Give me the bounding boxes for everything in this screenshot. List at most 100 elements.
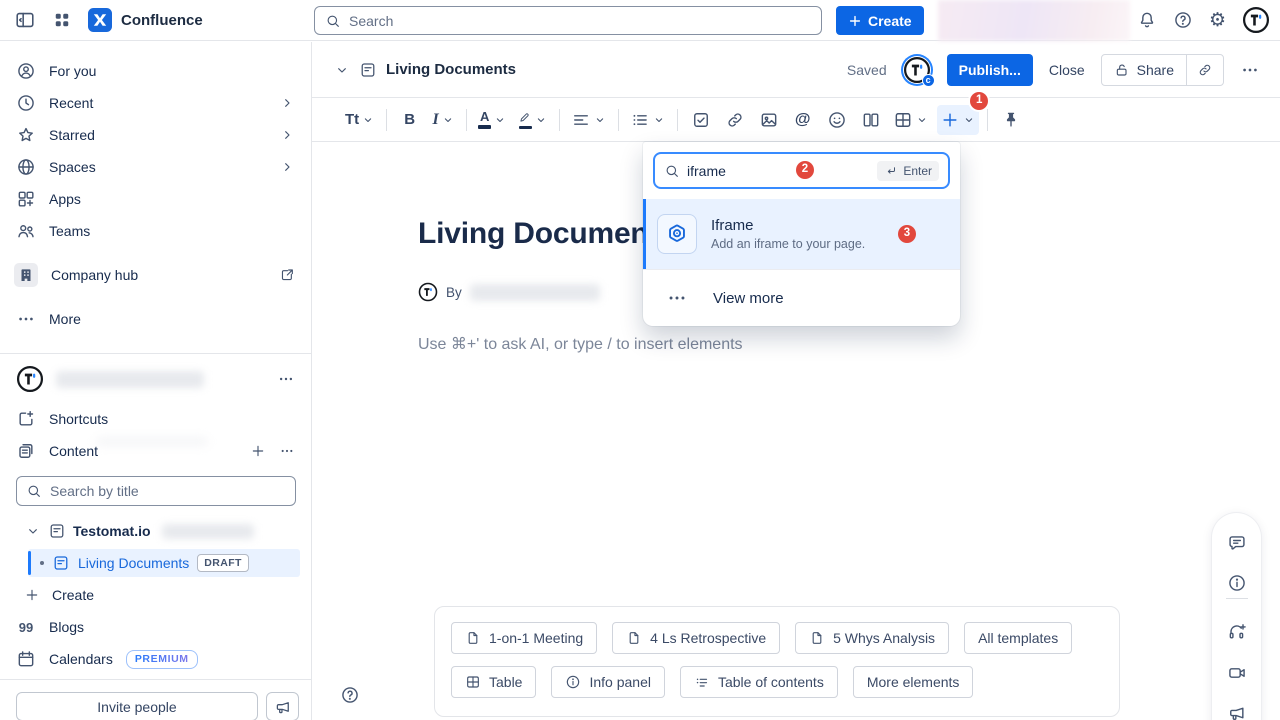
sidebar-item-company-hub[interactable]: Company hub: [8, 259, 303, 291]
rail-divider: [1226, 598, 1248, 599]
toolbar-link-button[interactable]: [720, 105, 749, 135]
info-icon[interactable]: [1227, 573, 1247, 593]
sidebar-item-starred[interactable]: Starred: [8, 119, 303, 151]
page-title[interactable]: Living Documents: [418, 217, 675, 251]
invite-people-button[interactable]: Invite people: [16, 692, 258, 720]
collapse-sidebar-icon[interactable]: [14, 9, 36, 31]
create-label: Create: [868, 13, 912, 29]
chevron-down-icon[interactable]: [334, 62, 350, 78]
toolbar-mention-button[interactable]: @: [788, 105, 817, 135]
template-chip-table-of-contents[interactable]: Table of contents: [680, 666, 838, 698]
sidebar-item-calendars[interactable]: Calendars PREMIUM: [8, 643, 303, 675]
search-input[interactable]: [349, 13, 811, 29]
toolbar-layouts-button[interactable]: [856, 105, 885, 135]
template-chip-1-on-1-meeting[interactable]: 1-on-1 Meeting: [451, 622, 597, 654]
mention-icon: @: [795, 112, 811, 128]
toolbar-image-button[interactable]: [754, 105, 783, 135]
create-button[interactable]: Create: [836, 6, 924, 35]
global-search[interactable]: [314, 6, 822, 35]
user-avatar[interactable]: [1242, 6, 1270, 34]
sidebar-item-more[interactable]: More: [8, 303, 303, 335]
sidebar-item-label: Recent: [49, 95, 93, 111]
toolbar-insert-button[interactable]: 1: [937, 105, 979, 135]
share-button[interactable]: Share: [1102, 55, 1186, 85]
template-chip-all-templates[interactable]: All templates: [964, 622, 1072, 654]
toolbar-highlight-button[interactable]: [515, 105, 551, 135]
headset-plus-icon[interactable]: [1227, 622, 1247, 642]
sidebar-item-content[interactable]: Content: [8, 435, 303, 467]
help-icon[interactable]: [1173, 10, 1193, 30]
toolbar-emoji-button[interactable]: [822, 105, 851, 135]
shortcut-add-icon: [16, 409, 36, 429]
external-link-icon: [279, 267, 295, 283]
publish-button[interactable]: Publish...: [947, 54, 1033, 86]
calendars-label: Calendars: [49, 651, 113, 667]
toolbar-italic-button[interactable]: I: [429, 105, 458, 135]
megaphone-icon[interactable]: [1227, 703, 1247, 720]
close-button[interactable]: Close: [1049, 62, 1085, 78]
sidebar-item-for-you[interactable]: For you: [8, 55, 303, 87]
ellipsis-icon: [666, 287, 688, 309]
template-chip-table[interactable]: Table: [451, 666, 536, 698]
toolbar-pin-button[interactable]: [996, 105, 1025, 135]
bell-icon[interactable]: [1137, 10, 1157, 30]
content-search-input[interactable]: [50, 483, 286, 499]
video-icon[interactable]: [1227, 663, 1247, 683]
insert-item-iframe[interactable]: Iframe Add an iframe to your page. 3: [643, 199, 960, 269]
insert-search-input[interactable]: iframe 2 Enter: [653, 152, 950, 189]
tree-item-space-root[interactable]: Testomat.io: [25, 518, 254, 544]
sidebar-item-recent[interactable]: Recent: [8, 87, 303, 119]
byline-prefix: By: [446, 285, 462, 300]
space-more-icon[interactable]: [277, 370, 295, 388]
space-header[interactable]: [8, 362, 303, 396]
content-more-icon[interactable]: [279, 443, 295, 459]
author-avatar[interactable]: [418, 282, 438, 302]
content-search[interactable]: [16, 476, 296, 506]
toolbar-table-button[interactable]: [890, 105, 932, 135]
view-more-button[interactable]: View more: [643, 269, 960, 326]
help-icon[interactable]: [340, 685, 360, 705]
toolbar-lists-button[interactable]: [627, 105, 669, 135]
sidebar-item-shortcuts[interactable]: Shortcuts: [8, 403, 303, 435]
toolbar-task-button[interactable]: [686, 105, 715, 135]
app-switcher-icon[interactable]: [52, 10, 72, 30]
toc-icon: [694, 674, 710, 690]
tree-item-living-documents[interactable]: Living Documents DRAFT: [28, 549, 300, 577]
copy-link-button[interactable]: [1187, 55, 1223, 85]
sidebar-item-apps[interactable]: Apps: [8, 183, 303, 215]
toolbar-text-style-button[interactable]: Tt: [342, 105, 378, 135]
toolbar-bold-button[interactable]: B: [395, 105, 424, 135]
gear-icon[interactable]: ⚙: [1209, 11, 1226, 30]
add-content-icon[interactable]: [250, 443, 266, 459]
toolbar-text-color-button[interactable]: A: [475, 105, 510, 135]
redacted-author-name: [470, 284, 600, 301]
building-glyph: [17, 266, 35, 284]
toolbar-divider: [677, 109, 678, 131]
editor-placeholder[interactable]: Use ⌘+' to ask AI, or type / to insert e…: [418, 334, 743, 354]
sidebar-item-spaces[interactable]: Spaces: [8, 151, 303, 183]
top-bar: Confluence Create ⚙: [0, 0, 1280, 41]
sidebar-item-teams[interactable]: Teams: [8, 215, 303, 247]
sidebar-create-page[interactable]: Create: [16, 581, 94, 609]
editing-avatar[interactable]: c: [903, 56, 931, 84]
comment-icon[interactable]: [1227, 533, 1247, 553]
chevron-right-icon: [279, 127, 295, 143]
chevron-down-icon: [915, 113, 929, 127]
confluence-brand[interactable]: Confluence: [88, 8, 203, 32]
template-chip-more-elements[interactable]: More elements: [853, 666, 974, 698]
toolbar-alignment-button[interactable]: [568, 105, 610, 135]
feedback-button[interactable]: [266, 692, 299, 720]
template-chip-info-panel[interactable]: Info panel: [551, 666, 665, 698]
template-chip-4-ls-retrospective[interactable]: 4 Ls Retrospective: [612, 622, 780, 654]
template-chip-5-whys-analysis[interactable]: 5 Whys Analysis: [795, 622, 949, 654]
sidebar-divider: [0, 353, 311, 354]
doc-icon: [52, 554, 70, 572]
sidebar-item-blogs[interactable]: 99 Blogs: [8, 611, 303, 643]
sidebar-item-label: Starred: [49, 127, 95, 143]
chevron-down-icon[interactable]: [25, 523, 41, 539]
chip-label: Info panel: [589, 674, 651, 690]
share-group: Share: [1101, 54, 1224, 86]
more-actions-icon[interactable]: [1240, 60, 1260, 80]
breadcrumb-page-title[interactable]: Living Documents: [386, 61, 516, 78]
pin-icon: [1001, 110, 1021, 130]
